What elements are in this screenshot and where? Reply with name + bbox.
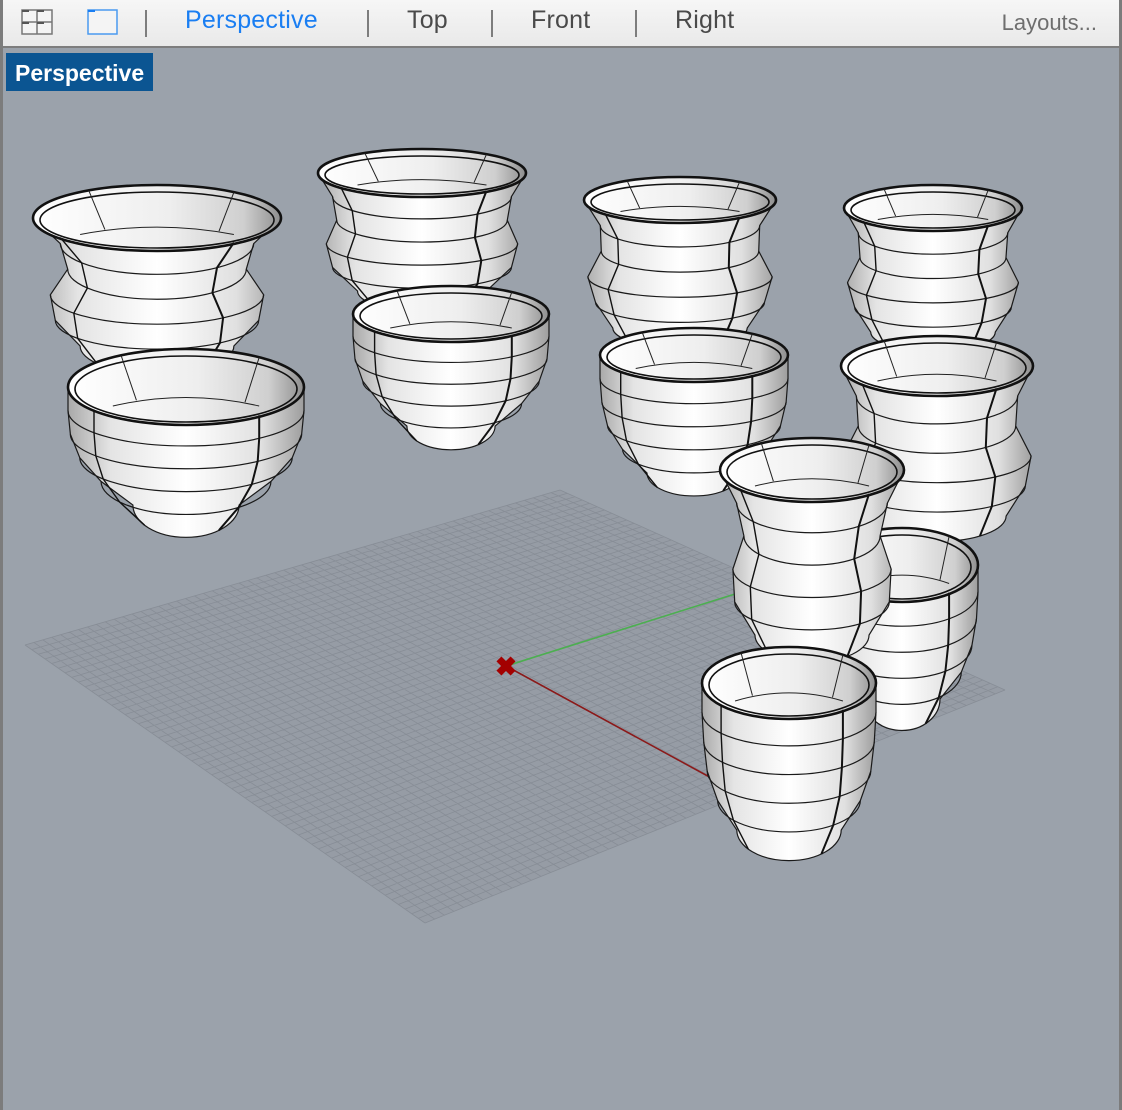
tab-right[interactable]: Right [675, 6, 734, 35]
tab-perspective[interactable]: Perspective [185, 6, 318, 35]
object-1-vase-flared [31, 183, 283, 375]
object-11-cup-round [700, 645, 878, 862]
tab-front[interactable]: Front [531, 6, 590, 35]
viewport-scene[interactable] [3, 48, 1119, 1110]
single-viewport-button[interactable] [87, 9, 118, 35]
toolbar-separator [367, 10, 369, 37]
layouts-button[interactable]: Layouts... [1002, 10, 1097, 36]
single-viewport-icon [87, 9, 118, 35]
object-rim-outer [66, 347, 306, 427]
viewport-label[interactable]: Perspective [6, 53, 154, 91]
object-rim-outer [718, 436, 906, 504]
object-5-vase-flared [582, 175, 778, 349]
tab-top[interactable]: Top [407, 6, 448, 35]
object-7-vase-flared [842, 183, 1024, 353]
perspective-viewport[interactable]: Perspective [3, 48, 1119, 1110]
object-2-bowl-round [66, 347, 306, 538]
object-rim-outer [31, 183, 283, 253]
object-rim-outer [700, 645, 878, 721]
toolbar-separator [491, 10, 493, 37]
object-rim-outer [598, 326, 790, 384]
four-viewports-button[interactable] [21, 9, 53, 35]
object-4-bowl-round [351, 284, 551, 451]
toolbar-separator [635, 10, 637, 37]
viewport-toolbar: Perspective Top Front Right Layouts... [3, 0, 1119, 48]
object-rim-outer [839, 334, 1035, 398]
toolbar-separator [145, 10, 147, 37]
object-rim-outer [351, 284, 551, 344]
four-viewports-icon [21, 9, 53, 35]
